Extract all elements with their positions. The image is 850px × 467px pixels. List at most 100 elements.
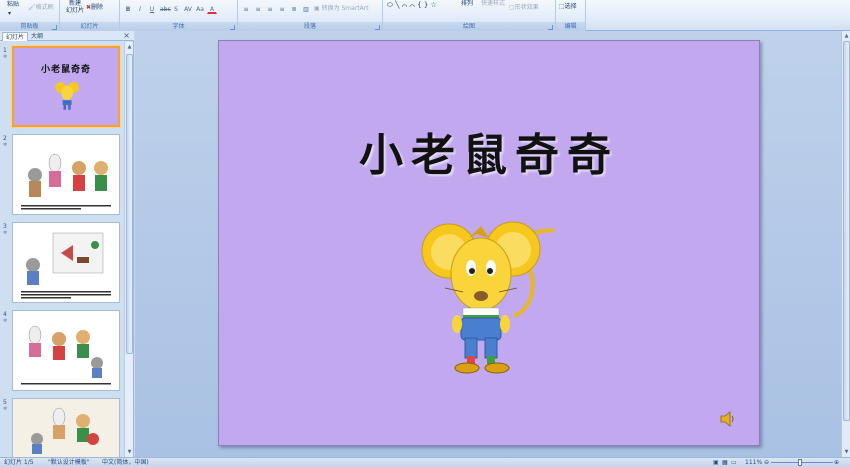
align-center-button[interactable]: ≡: [253, 4, 263, 14]
change-case-button[interactable]: Aa: [195, 4, 205, 14]
format-painter-button[interactable]: 🖌格式刷: [28, 4, 54, 12]
zoom-out-icon[interactable]: ⊖: [764, 458, 769, 467]
paragraph-row: ≡ ≡ ≡ ≡ ≣ ▥: [241, 4, 311, 14]
thumbnail-image: [13, 399, 119, 457]
thumbnail-image: [13, 311, 119, 390]
scroll-up-icon[interactable]: ▲: [843, 32, 850, 40]
thumbnail-number: 3: [3, 223, 7, 230]
shapes-gallery[interactable]: ⬭ ╲ ⌒ ⌒ { } ☆: [387, 1, 437, 9]
ribbon: 粘贴 ▾ 🖌格式刷 剪贴板 新建 幻灯片 ✖删除 幻灯片 B I U abc S…: [0, 0, 850, 31]
animation-icon: ✲: [3, 406, 8, 412]
speaker-icon[interactable]: [719, 411, 737, 427]
thumbnail-slide-4[interactable]: [12, 310, 120, 391]
slides-group-label: 幻灯片: [60, 22, 119, 31]
zoom-slider-knob[interactable]: [798, 459, 802, 466]
close-icon[interactable]: ×: [123, 31, 130, 41]
thumbnail-slide-3[interactable]: [12, 222, 120, 303]
thumbnail-slide-5[interactable]: [12, 398, 120, 457]
drawing-dialog-launcher[interactable]: [548, 25, 553, 30]
shape-effects-label: 形状效果: [514, 4, 539, 11]
editor-scrollbar[interactable]: ▲ ▼: [841, 31, 850, 457]
slide-counter: 幻灯片 1/5: [4, 459, 34, 466]
arrange-label: 排列: [461, 0, 474, 7]
language-indicator[interactable]: 中文(简体，中国): [102, 458, 149, 467]
scroll-up-icon[interactable]: ▲: [126, 43, 133, 51]
tab-outline[interactable]: 大纲: [28, 32, 46, 41]
thumbnail-list: 1 ✲ 小老鼠奇奇 2 ✲ 3 ✲ 4 ✲ 5 ✲: [0, 42, 124, 457]
new-slide-label-line2: 幻灯片: [66, 7, 85, 14]
theme-name: "默认设计模板": [48, 459, 90, 466]
new-slide-button[interactable]: 新建 幻灯片: [66, 0, 84, 14]
scroll-down-icon[interactable]: ▼: [126, 448, 133, 456]
drawing-group-label: 绘图: [383, 22, 555, 31]
paragraph-group: ≡ ≡ ≡ ≡ ≣ ▥ ▣ 转换为 SmartArt 段落: [238, 0, 383, 31]
font-dialog-launcher[interactable]: [230, 25, 235, 30]
quick-styles-label: 快速样式: [481, 0, 506, 7]
pane-tabs: 幻灯片 大纲 ×: [0, 31, 134, 41]
convert-smartart-button[interactable]: ▣ 转换为 SmartArt: [314, 5, 369, 13]
slides-pane: 幻灯片 大纲 × 1 ✲ 小老鼠奇奇 2 ✲ 3 ✲ 4 ✲ 5 ✲ ▲ ▼: [0, 31, 134, 457]
shape-effects-button[interactable]: ▢形状效果: [509, 4, 539, 12]
thumbnail-image: [13, 223, 119, 302]
tab-slides[interactable]: 幻灯片: [2, 32, 29, 41]
scroll-down-icon[interactable]: ▼: [843, 448, 850, 456]
new-slide-label-line1: 新建: [69, 0, 82, 7]
font-format-row: B I U abc S AV Aa A: [123, 4, 217, 14]
convert-smartart-label: 转换为 SmartArt: [321, 5, 369, 12]
animation-icon: ✲: [3, 318, 8, 324]
status-bar: 幻灯片 1/5 "默认设计模板" 中文(简体，中国) ▣ ▦ ▭ 111% ⊖ …: [0, 457, 850, 467]
mouse-character-image[interactable]: [419, 216, 559, 376]
quick-styles-button[interactable]: 快速样式: [481, 0, 505, 8]
slides-group: 新建 幻灯片 ✖删除 幻灯片: [60, 0, 120, 31]
italic-button[interactable]: I: [135, 4, 145, 14]
sorter-view-icon[interactable]: ▦: [722, 458, 728, 467]
zoom-slider[interactable]: [771, 462, 833, 463]
animation-icon: ✲: [3, 230, 8, 236]
animation-icon: ✲: [3, 142, 8, 148]
delete-button[interactable]: ✖删除: [86, 4, 103, 12]
delete-label: 删除: [91, 4, 104, 11]
zoom-level[interactable]: 111%: [745, 458, 762, 467]
clipboard-dialog-launcher[interactable]: [52, 25, 57, 30]
shadow-button[interactable]: S: [171, 4, 181, 14]
paste-dropdown-icon[interactable]: ▾: [8, 10, 11, 18]
arrange-button[interactable]: 排列: [461, 0, 473, 8]
distributed-button[interactable]: ≣: [289, 4, 299, 14]
paragraph-group-label: 段落: [238, 22, 382, 31]
clipboard-group: 粘贴 ▾ 🖌格式刷 剪贴板: [0, 0, 60, 31]
font-color-button[interactable]: A: [207, 4, 217, 14]
font-group: B I U abc S AV Aa A 字体: [120, 0, 238, 31]
justify-button[interactable]: ≡: [277, 4, 287, 14]
slide-title[interactable]: 小老鼠奇奇: [219, 119, 759, 183]
select-button[interactable]: ⬚选择: [559, 3, 577, 11]
editor-scroll-thumb[interactable]: [843, 41, 850, 421]
columns-button[interactable]: ▥: [301, 4, 311, 14]
align-left-button[interactable]: ≡: [241, 4, 251, 14]
pane-scrollbar[interactable]: ▲ ▼: [124, 42, 133, 457]
paste-button[interactable]: 粘贴: [7, 1, 19, 9]
thumbnail-title: 小老鼠奇奇: [40, 65, 91, 75]
underline-button[interactable]: U: [147, 4, 157, 14]
thumbnail-number: 2: [3, 135, 7, 142]
thumbnail-slide-1[interactable]: 小老鼠奇奇: [12, 46, 120, 127]
zoom-in-icon[interactable]: ⊕: [834, 458, 839, 467]
paragraph-dialog-launcher[interactable]: [375, 25, 380, 30]
char-spacing-button[interactable]: AV: [183, 4, 193, 14]
normal-view-icon[interactable]: ▣: [713, 458, 719, 467]
clipboard-group-label: 剪贴板: [0, 22, 59, 31]
slideshow-view-icon[interactable]: ▭: [731, 458, 737, 467]
format-painter-label: 格式刷: [35, 4, 54, 11]
thumbnail-number: 4: [3, 311, 7, 318]
align-right-button[interactable]: ≡: [265, 4, 275, 14]
animation-icon: ✲: [3, 54, 8, 60]
strikethrough-button[interactable]: abc: [159, 4, 171, 14]
drawing-group: ⬭ ╲ ⌒ ⌒ { } ☆ 排列 快速样式 ▢形状效果 绘图: [383, 0, 556, 31]
slide-editing-area: 小老鼠奇奇: [135, 31, 841, 457]
bold-button[interactable]: B: [123, 4, 133, 14]
current-slide[interactable]: 小老鼠奇奇: [218, 40, 760, 446]
thumbnail-slide-2[interactable]: [12, 134, 120, 215]
editing-group: ⬚选择 编辑: [556, 0, 586, 31]
smartart-icon: ▣: [314, 5, 320, 12]
pane-scroll-thumb[interactable]: [126, 54, 133, 354]
select-label: 选择: [564, 3, 577, 10]
